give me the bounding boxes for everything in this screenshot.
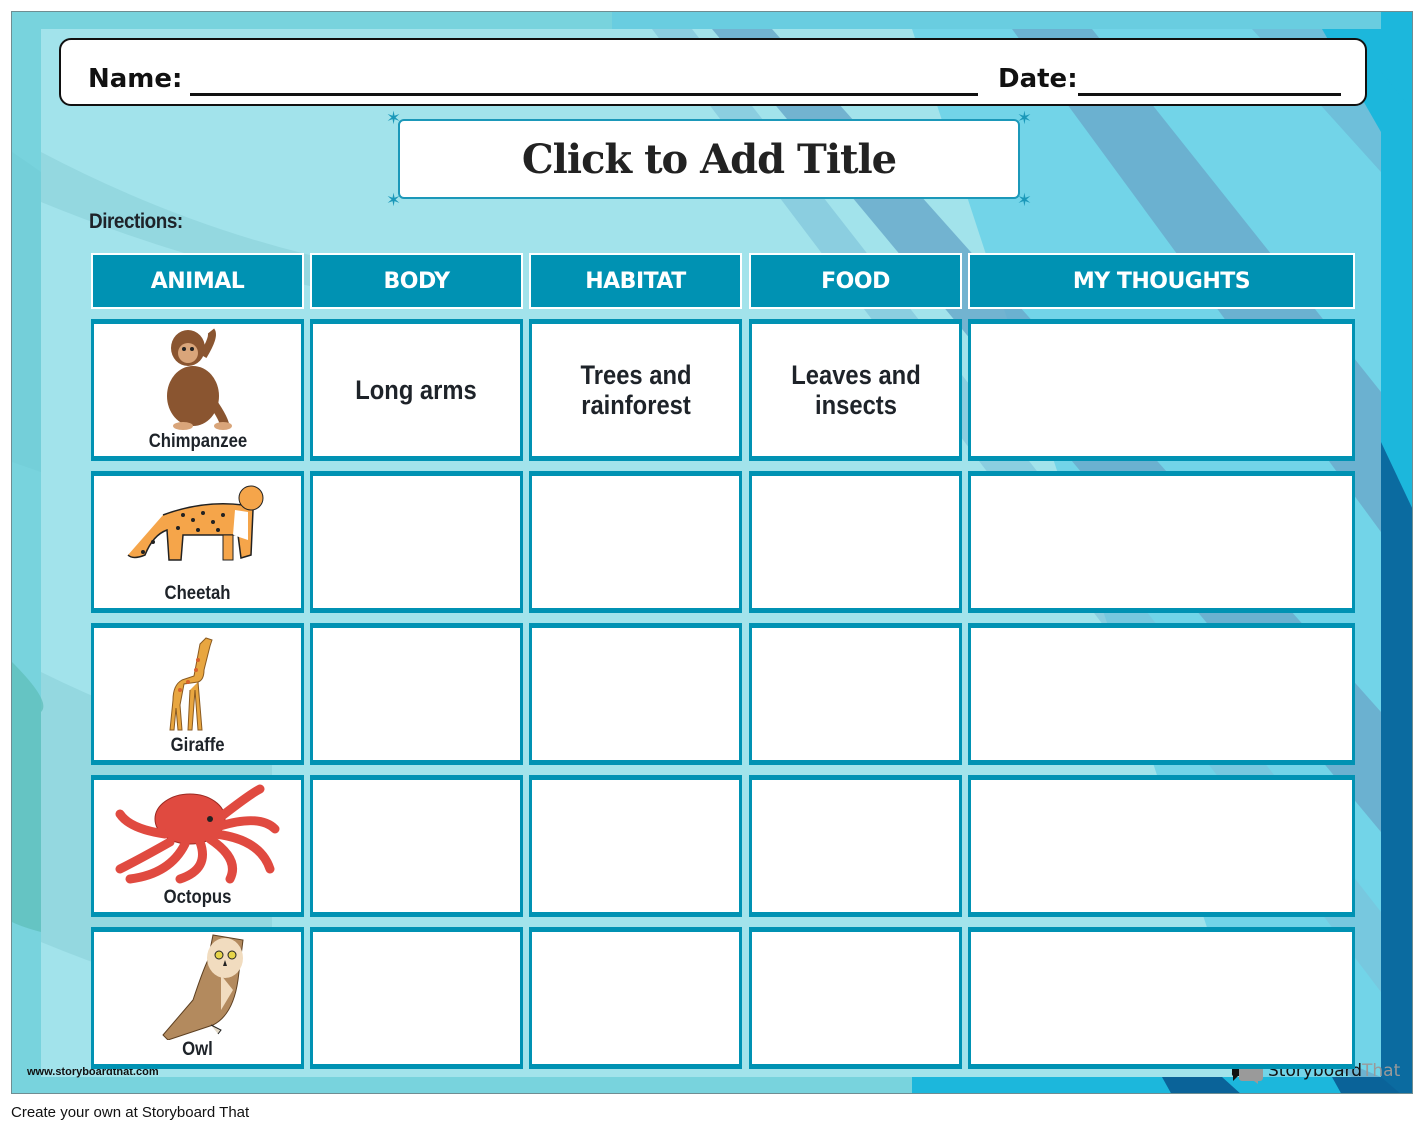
table-cell-habitat[interactable] (529, 471, 742, 613)
animal-label: Cheetah (164, 583, 231, 604)
octopus-icon (94, 780, 301, 888)
table-cell-body[interactable] (310, 471, 523, 613)
animal-label: Giraffe (170, 735, 225, 756)
table-cell-animal[interactable]: Giraffe (91, 623, 304, 765)
table-cell-my-thoughts[interactable] (968, 471, 1355, 613)
column-header-habitat: HABITAT (529, 253, 742, 309)
table-cell-food[interactable] (749, 775, 962, 917)
table-cell-food[interactable]: Leaves and insects (749, 319, 962, 461)
table-cell-food[interactable] (749, 927, 962, 1069)
column-header-body: BODY (310, 253, 523, 309)
directions-label: Directions: (89, 210, 183, 233)
owl-icon (94, 930, 301, 1040)
cell-text: Long arms (355, 375, 478, 405)
table-cell-animal[interactable]: Owl (91, 927, 304, 1069)
table-cell-my-thoughts[interactable] (968, 927, 1355, 1069)
table-cell-my-thoughts[interactable] (968, 775, 1355, 917)
column-header-food: FOOD (749, 253, 962, 309)
table-cell-animal[interactable]: Cheetah (91, 471, 304, 613)
table-cell-habitat[interactable]: Trees and rainforest (529, 319, 742, 461)
corner-spike-icon: ✶ (1016, 108, 1032, 128)
table-cell-food[interactable] (749, 623, 962, 765)
cell-text: Trees and rainforest (580, 360, 691, 420)
table-cell-animal[interactable]: Chimpanzee (91, 319, 304, 461)
column-header-animal: ANIMAL (91, 253, 304, 309)
corner-spike-icon: ✶ (386, 108, 402, 128)
chimpanzee-icon (94, 324, 301, 432)
table-cell-body[interactable]: Long arms (310, 319, 523, 461)
name-date-bar: Name: Date: (59, 38, 1367, 106)
table-cell-habitat[interactable] (529, 927, 742, 1069)
table-cell-body[interactable] (310, 623, 523, 765)
column-header-my-thoughts: MY THOUGHTS (968, 253, 1355, 309)
giraffe-icon (94, 628, 301, 736)
worksheet: Name: Date: ✶ ✶ ✶ ✶ Click to Add Title D… (11, 11, 1413, 1094)
table-cell-habitat[interactable] (529, 623, 742, 765)
table-cell-body[interactable] (310, 927, 523, 1069)
title-box[interactable]: ✶ ✶ ✶ ✶ Click to Add Title (386, 109, 1032, 209)
name-field[interactable] (190, 93, 978, 96)
cell-text: Leaves and insects (790, 360, 921, 420)
table-cell-habitat[interactable] (529, 775, 742, 917)
date-field[interactable] (1078, 93, 1341, 96)
table-cell-my-thoughts[interactable] (968, 623, 1355, 765)
corner-spike-icon: ✶ (386, 190, 402, 210)
table-cell-food[interactable] (749, 471, 962, 613)
corner-spike-icon: ✶ (1016, 190, 1032, 210)
table-cell-my-thoughts[interactable] (968, 319, 1355, 461)
animal-label: Chimpanzee (148, 431, 247, 452)
page-title[interactable]: Click to Add Title (522, 136, 897, 183)
footer-link[interactable]: Create your own at Storyboard That (11, 1104, 249, 1121)
animal-label: Owl (182, 1039, 213, 1060)
name-label: Name: (88, 64, 183, 94)
animal-label: Octopus (163, 887, 232, 908)
cheetah-icon (94, 476, 301, 584)
table-cell-body[interactable] (310, 775, 523, 917)
table-cell-animal[interactable]: Octopus (91, 775, 304, 917)
date-label: Date: (998, 64, 1078, 94)
